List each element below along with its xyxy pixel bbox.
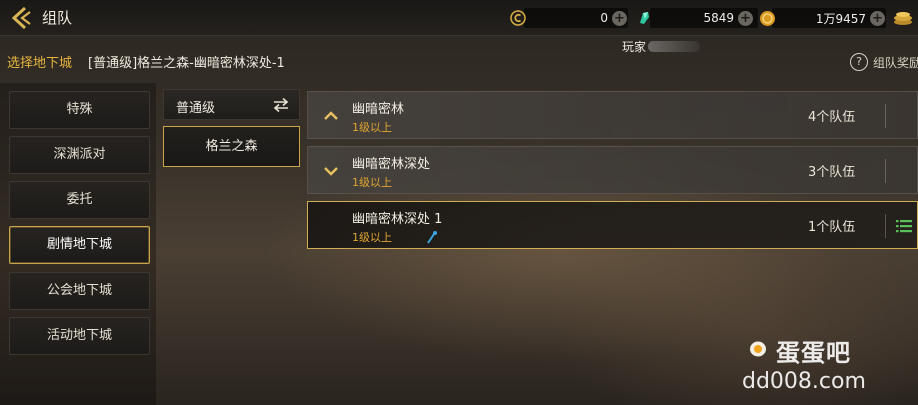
- currency-c: [510, 8, 526, 28]
- divider: [885, 159, 886, 183]
- list-icon[interactable]: [896, 219, 912, 233]
- sidebar-item-special[interactable]: 特殊: [9, 91, 150, 129]
- currency-gold-value: 1万9457: [815, 11, 866, 26]
- plus-icon: +: [612, 10, 627, 26]
- question-icon: ?: [850, 53, 868, 71]
- team-count: 4个队伍: [808, 110, 856, 125]
- back-arrow-icon[interactable]: [8, 4, 36, 32]
- team-count: 3个队伍: [808, 165, 856, 180]
- sub-header: 选择地下城 [普通级]格兰之森-幽暗密林深处-1: [0, 44, 918, 78]
- watermark-url: dd008.com: [742, 369, 866, 394]
- player-name: 玩家: [622, 40, 647, 54]
- sidebar-item-commission[interactable]: 委托: [9, 181, 150, 219]
- currency-gem: [636, 8, 652, 28]
- green-gem-icon: [640, 12, 649, 24]
- currency-gold: [759, 8, 776, 28]
- dungeon-name: 幽暗密林: [352, 102, 405, 117]
- page-title: 组队: [42, 9, 73, 27]
- plus-icon: +: [738, 10, 753, 26]
- dungeon-row-selected[interactable]: 幽暗密林深处 1 1级以上 1个队伍: [307, 201, 918, 249]
- currency-gem-add-button[interactable]: +: [738, 8, 753, 28]
- gold-coin-icon: [760, 10, 775, 26]
- dungeon-name: 幽暗密林深处 1: [352, 212, 443, 227]
- player-name-blur: [648, 41, 700, 52]
- difficulty-selector[interactable]: 普通级: [163, 89, 300, 120]
- sidebar-item-story-dungeon[interactable]: 剧情地下城: [9, 226, 150, 264]
- chevron-up-icon: [324, 111, 338, 120]
- difficulty-label: 普通级: [176, 101, 216, 116]
- zone-button-gran-forest[interactable]: 格兰之森: [163, 126, 300, 167]
- chevron-down-icon: [324, 167, 338, 176]
- dungeon-name: 幽暗密林深处: [352, 157, 431, 172]
- dungeon-row[interactable]: 幽暗密林深处 1级以上 3个队伍: [307, 146, 918, 194]
- c-coin-icon: [510, 10, 526, 26]
- team-reward-button[interactable]: ? 组队奖励: [850, 52, 918, 72]
- top-bar: 组队 0 + 5849 + 1万9457 +: [0, 0, 918, 36]
- team-reward-label: 组队奖励: [873, 55, 918, 70]
- divider: [885, 214, 886, 238]
- team-count: 1个队伍: [808, 220, 856, 235]
- sidebar-item-event-dungeon[interactable]: 活动地下城: [9, 317, 150, 355]
- sidebar-item-abyss-party[interactable]: 深渊派对: [9, 136, 150, 174]
- divider: [885, 104, 886, 128]
- swap-icon: [273, 97, 289, 113]
- currency-c-value: 0: [600, 11, 608, 25]
- dungeon-level: 1级以上: [352, 176, 392, 189]
- sidebar-item-guild-dungeon[interactable]: 公会地下城: [9, 272, 150, 310]
- watermark-name: 蛋蛋吧: [776, 339, 851, 367]
- key-icon: [427, 231, 437, 244]
- egg-logo-icon: [750, 341, 766, 357]
- stacked-gold-icon[interactable]: [892, 8, 914, 28]
- dungeon-row[interactable]: 幽暗密林 1级以上 4个队伍: [307, 91, 918, 139]
- dungeon-level: 1级以上: [352, 121, 392, 134]
- plus-icon: +: [870, 10, 885, 26]
- select-dungeon-label: 选择地下城: [7, 56, 73, 71]
- currency-gem-value: 5849: [703, 11, 734, 25]
- currency-gold-add-button[interactable]: +: [870, 8, 885, 28]
- dungeon-level: 1级以上: [352, 231, 392, 244]
- selected-dungeon-path: [普通级]格兰之森-幽暗密林深处-1: [88, 56, 285, 71]
- currency-c-add-button[interactable]: +: [612, 8, 627, 28]
